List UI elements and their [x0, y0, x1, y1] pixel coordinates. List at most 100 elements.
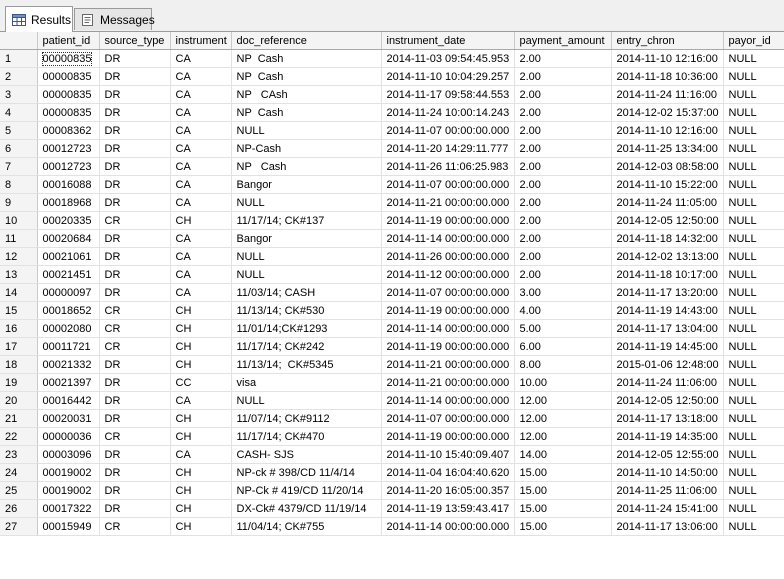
- cell-patient-id[interactable]: 00002080: [37, 319, 100, 338]
- cell-entry-chron[interactable]: 2014-11-18 14:32:00: [611, 229, 724, 248]
- column-header-source-type[interactable]: source_type: [99, 32, 171, 50]
- cell-instrument[interactable]: CH: [170, 517, 232, 536]
- cell-patient-id[interactable]: 00017322: [37, 499, 100, 518]
- cell-payor-id[interactable]: NULL: [723, 193, 784, 212]
- cell-source-type[interactable]: DR: [99, 193, 171, 212]
- cell-payment-amount[interactable]: 2.00: [514, 157, 612, 176]
- cell-payor-id[interactable]: NULL: [723, 391, 784, 410]
- cell-payment-amount[interactable]: 2.00: [514, 121, 612, 140]
- cell-doc-reference[interactable]: 11/13/14; CK#5345: [231, 355, 382, 374]
- cell-source-type[interactable]: DR: [99, 499, 171, 518]
- cell-patient-id[interactable]: 00018968: [37, 193, 100, 212]
- cell-instrument-date[interactable]: 2014-11-21 00:00:00.000: [381, 373, 515, 392]
- cell-payment-amount[interactable]: 15.00: [514, 463, 612, 482]
- cell-entry-chron[interactable]: 2014-12-02 15:37:00: [611, 103, 724, 122]
- cell-instrument[interactable]: CA: [170, 121, 232, 140]
- row-number[interactable]: 19: [0, 373, 38, 392]
- cell-doc-reference[interactable]: NP CAsh: [231, 85, 382, 104]
- cell-source-type[interactable]: DR: [99, 481, 171, 500]
- cell-source-type[interactable]: DR: [99, 121, 171, 140]
- row-number[interactable]: 18: [0, 355, 38, 374]
- table-row[interactable]: 27 00015949 CR CH 11/04/14; CK#755 2014-11-14…: [0, 517, 784, 536]
- cell-patient-id[interactable]: 00000036: [37, 427, 100, 446]
- cell-instrument-date[interactable]: 2014-11-19 13:59:43.417: [381, 499, 515, 518]
- table-row[interactable]: 21 00020031 DR CH 11/07/14; CK#9112 2014-11-0…: [0, 409, 784, 428]
- cell-entry-chron[interactable]: 2014-11-18 10:36:00: [611, 67, 724, 86]
- cell-instrument-date[interactable]: 2014-11-26 11:06:25.983: [381, 157, 515, 176]
- cell-doc-reference[interactable]: 11/17/14; CK#470: [231, 427, 382, 446]
- cell-payor-id[interactable]: NULL: [723, 463, 784, 482]
- cell-instrument-date[interactable]: 2014-11-07 00:00:00.000: [381, 175, 515, 194]
- cell-entry-chron[interactable]: 2014-11-24 11:05:00: [611, 193, 724, 212]
- cell-instrument-date[interactable]: 2014-11-07 00:00:00.000: [381, 409, 515, 428]
- cell-payment-amount[interactable]: 2.00: [514, 85, 612, 104]
- cell-payor-id[interactable]: NULL: [723, 157, 784, 176]
- cell-patient-id[interactable]: 00000835: [37, 85, 100, 104]
- cell-doc-reference[interactable]: NP Cash: [231, 103, 382, 122]
- cell-source-type[interactable]: CR: [99, 211, 171, 230]
- cell-patient-id[interactable]: 00021061: [37, 247, 100, 266]
- cell-payment-amount[interactable]: 4.00: [514, 301, 612, 320]
- cell-doc-reference[interactable]: 11/04/14; CK#755: [231, 517, 382, 536]
- cell-patient-id[interactable]: 00019002: [37, 481, 100, 500]
- cell-doc-reference[interactable]: NULL: [231, 265, 382, 284]
- cell-source-type[interactable]: CR: [99, 301, 171, 320]
- cell-instrument[interactable]: CA: [170, 247, 232, 266]
- row-number[interactable]: 27: [0, 517, 38, 536]
- cell-entry-chron[interactable]: 2014-12-05 12:50:00: [611, 391, 724, 410]
- cell-payor-id[interactable]: NULL: [723, 49, 784, 68]
- cell-patient-id[interactable]: 00000835: [37, 103, 100, 122]
- cell-instrument[interactable]: CA: [170, 283, 232, 302]
- cell-source-type[interactable]: CR: [99, 517, 171, 536]
- row-number[interactable]: 7: [0, 157, 38, 176]
- row-number[interactable]: 4: [0, 103, 38, 122]
- cell-source-type[interactable]: DR: [99, 229, 171, 248]
- cell-instrument[interactable]: CH: [170, 481, 232, 500]
- cell-payment-amount[interactable]: 2.00: [514, 67, 612, 86]
- cell-source-type[interactable]: DR: [99, 283, 171, 302]
- cell-payment-amount[interactable]: 12.00: [514, 409, 612, 428]
- cell-entry-chron[interactable]: 2014-11-18 10:17:00: [611, 265, 724, 284]
- cell-payor-id[interactable]: NULL: [723, 355, 784, 374]
- cell-entry-chron[interactable]: 2014-11-10 12:16:00: [611, 49, 724, 68]
- cell-payor-id[interactable]: NULL: [723, 175, 784, 194]
- table-row[interactable]: 24 00019002 DR CH NP-ck # 398/CD 11/4/14 2014…: [0, 463, 784, 482]
- cell-instrument-date[interactable]: 2014-11-14 00:00:00.000: [381, 391, 515, 410]
- cell-instrument[interactable]: CA: [170, 157, 232, 176]
- cell-patient-id[interactable]: 00016442: [37, 391, 100, 410]
- row-number[interactable]: 23: [0, 445, 38, 464]
- column-header-instrument-date[interactable]: instrument_date: [381, 32, 515, 50]
- table-row[interactable]: 4 00000835 DR CA NP Cash 2014-11-24 10:00:14.…: [0, 103, 784, 122]
- cell-payment-amount[interactable]: 2.00: [514, 103, 612, 122]
- cell-payor-id[interactable]: NULL: [723, 427, 784, 446]
- row-number[interactable]: 9: [0, 193, 38, 212]
- cell-instrument-date[interactable]: 2014-11-14 00:00:00.000: [381, 229, 515, 248]
- cell-patient-id[interactable]: 00016088: [37, 175, 100, 194]
- cell-source-type[interactable]: DR: [99, 265, 171, 284]
- row-number[interactable]: 3: [0, 85, 38, 104]
- cell-payment-amount[interactable]: 2.00: [514, 265, 612, 284]
- cell-payment-amount[interactable]: 15.00: [514, 517, 612, 536]
- cell-payment-amount[interactable]: 2.00: [514, 229, 612, 248]
- row-number[interactable]: 12: [0, 247, 38, 266]
- cell-patient-id[interactable]: 00021397: [37, 373, 100, 392]
- cell-instrument-date[interactable]: 2014-11-19 00:00:00.000: [381, 337, 515, 356]
- row-number-header[interactable]: [0, 32, 38, 50]
- cell-entry-chron[interactable]: 2014-11-19 14:35:00: [611, 427, 724, 446]
- cell-patient-id[interactable]: 00021451: [37, 265, 100, 284]
- row-number[interactable]: 14: [0, 283, 38, 302]
- cell-instrument-date[interactable]: 2014-11-07 00:00:00.000: [381, 283, 515, 302]
- table-row[interactable]: 18 00021332 DR CH 11/13/14; CK#5345 2014-11-2…: [0, 355, 784, 374]
- cell-instrument[interactable]: CA: [170, 175, 232, 194]
- cell-instrument-date[interactable]: 2014-11-07 00:00:00.000: [381, 121, 515, 140]
- cell-payor-id[interactable]: NULL: [723, 283, 784, 302]
- cell-payment-amount[interactable]: 15.00: [514, 499, 612, 518]
- column-header-entry-chron[interactable]: entry_chron: [611, 32, 724, 50]
- row-number[interactable]: 10: [0, 211, 38, 230]
- table-row[interactable]: 17 00011721 CR CH 11/17/14; CK#242 2014-11-19…: [0, 337, 784, 356]
- cell-patient-id[interactable]: 00012723: [37, 157, 100, 176]
- table-row[interactable]: 26 00017322 DR CH DX-Ck# 4379/CD 11/19/14 201…: [0, 499, 784, 518]
- cell-source-type[interactable]: DR: [99, 49, 171, 68]
- cell-payor-id[interactable]: NULL: [723, 121, 784, 140]
- cell-payor-id[interactable]: NULL: [723, 247, 784, 266]
